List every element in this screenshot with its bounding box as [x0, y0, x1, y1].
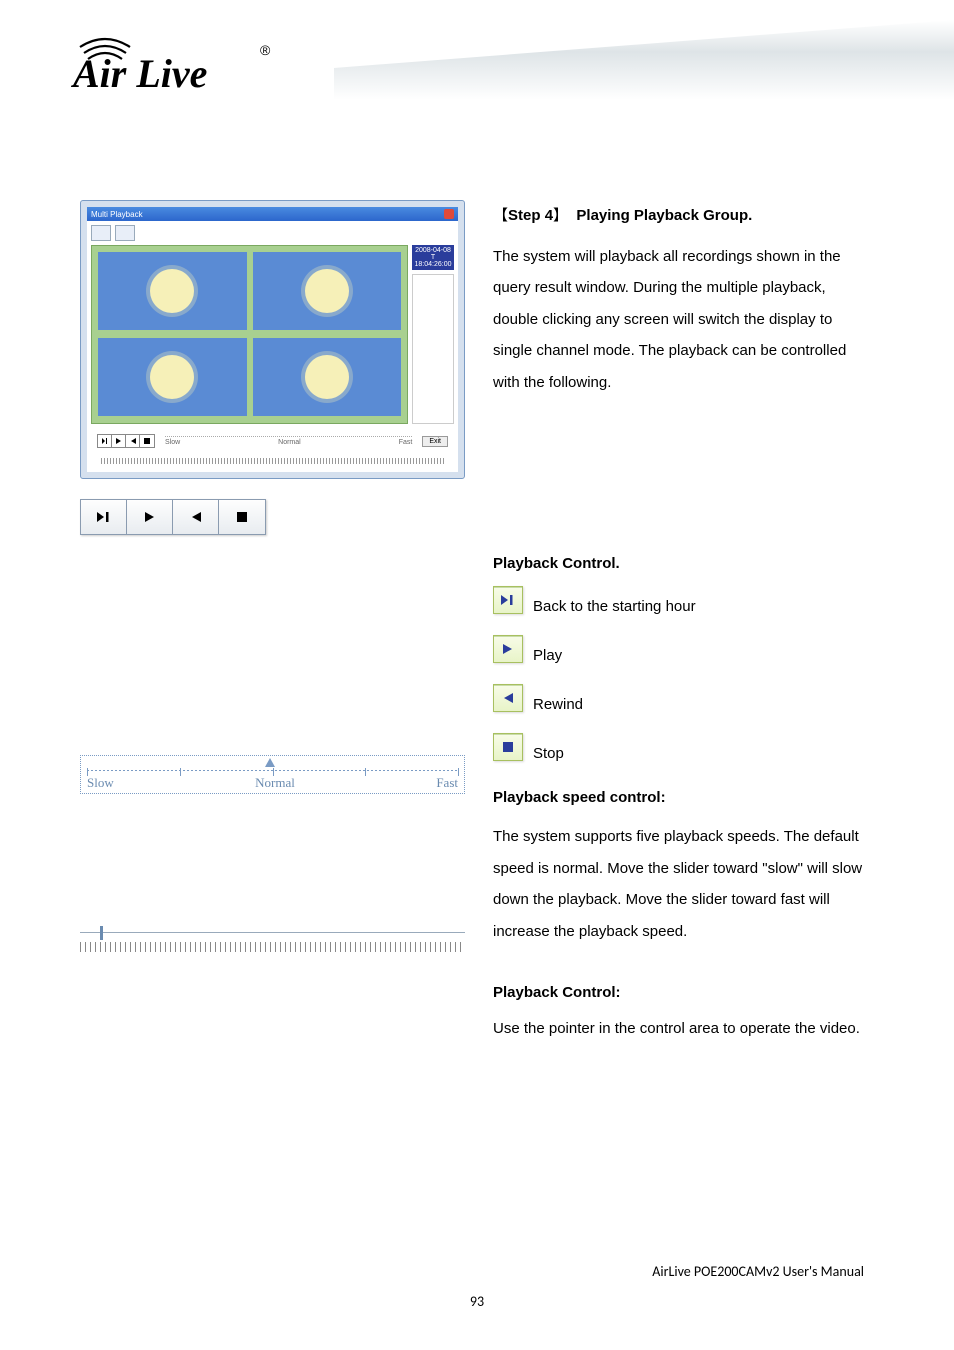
multi-playback-screenshot: Multi Playback 2	[80, 200, 465, 479]
video-cell	[98, 252, 247, 330]
close-icon	[444, 209, 454, 219]
timeline-slider-figure	[80, 924, 465, 954]
play-label: Play	[533, 645, 562, 666]
airlive-logo: Air Live ®	[70, 25, 275, 97]
stop-label: Stop	[533, 743, 564, 764]
svg-text:®: ®	[260, 42, 271, 58]
step-description: The system will playback all recordings …	[493, 241, 874, 399]
logo-text: Air Live	[70, 51, 207, 96]
video-cell	[98, 338, 247, 416]
playback-control2-body: Use the pointer in the control area to o…	[493, 1013, 874, 1045]
speed-control-heading: Playback speed control:	[493, 782, 874, 814]
rewind-button[interactable]	[173, 500, 219, 534]
step-heading: 【Step 4】 Playing Playback Group.	[493, 200, 874, 233]
play-icon	[493, 635, 523, 663]
toolbar-btn	[91, 225, 111, 241]
back-label: Back to the starting hour	[533, 596, 696, 617]
speed-label-fast: Fast	[436, 775, 458, 791]
rewind-icon	[493, 684, 523, 712]
speed-slider-figure: Slow Normal Fast	[80, 755, 465, 794]
playback-button-strip	[80, 499, 266, 535]
back-to-start-icon	[493, 586, 523, 614]
video-cell	[253, 252, 402, 330]
video-grid	[91, 245, 408, 424]
playback-control2-heading: Playback Control:	[493, 977, 874, 1009]
stop-button[interactable]	[219, 500, 265, 534]
speed-control-body: The system supports five playback speeds…	[493, 821, 874, 947]
playback-control-heading: Playback Control.	[493, 548, 874, 580]
slider-thumb-icon	[265, 758, 275, 767]
toolbar-btn	[115, 225, 135, 241]
header-swoosh	[334, 20, 954, 100]
play-button[interactable]	[127, 500, 173, 534]
stop-icon	[493, 733, 523, 761]
speed-label-slow: Slow	[87, 775, 114, 791]
video-cell	[253, 338, 402, 416]
timestamp: 2008-04-08 T 18:04:26:00	[412, 245, 454, 270]
page-number: 93	[0, 1293, 954, 1310]
footer-product: AirLive POE200CAMv2 User's Manual	[652, 1263, 864, 1280]
timeline-thumb-icon	[100, 926, 103, 940]
rewind-label: Rewind	[533, 694, 583, 715]
playback-mini-buttons	[97, 434, 155, 448]
exit-button: Exit	[422, 436, 448, 447]
back-to-start-button[interactable]	[81, 500, 127, 534]
window-title: Multi Playback	[91, 210, 143, 219]
speed-label-normal: Normal	[255, 775, 295, 791]
